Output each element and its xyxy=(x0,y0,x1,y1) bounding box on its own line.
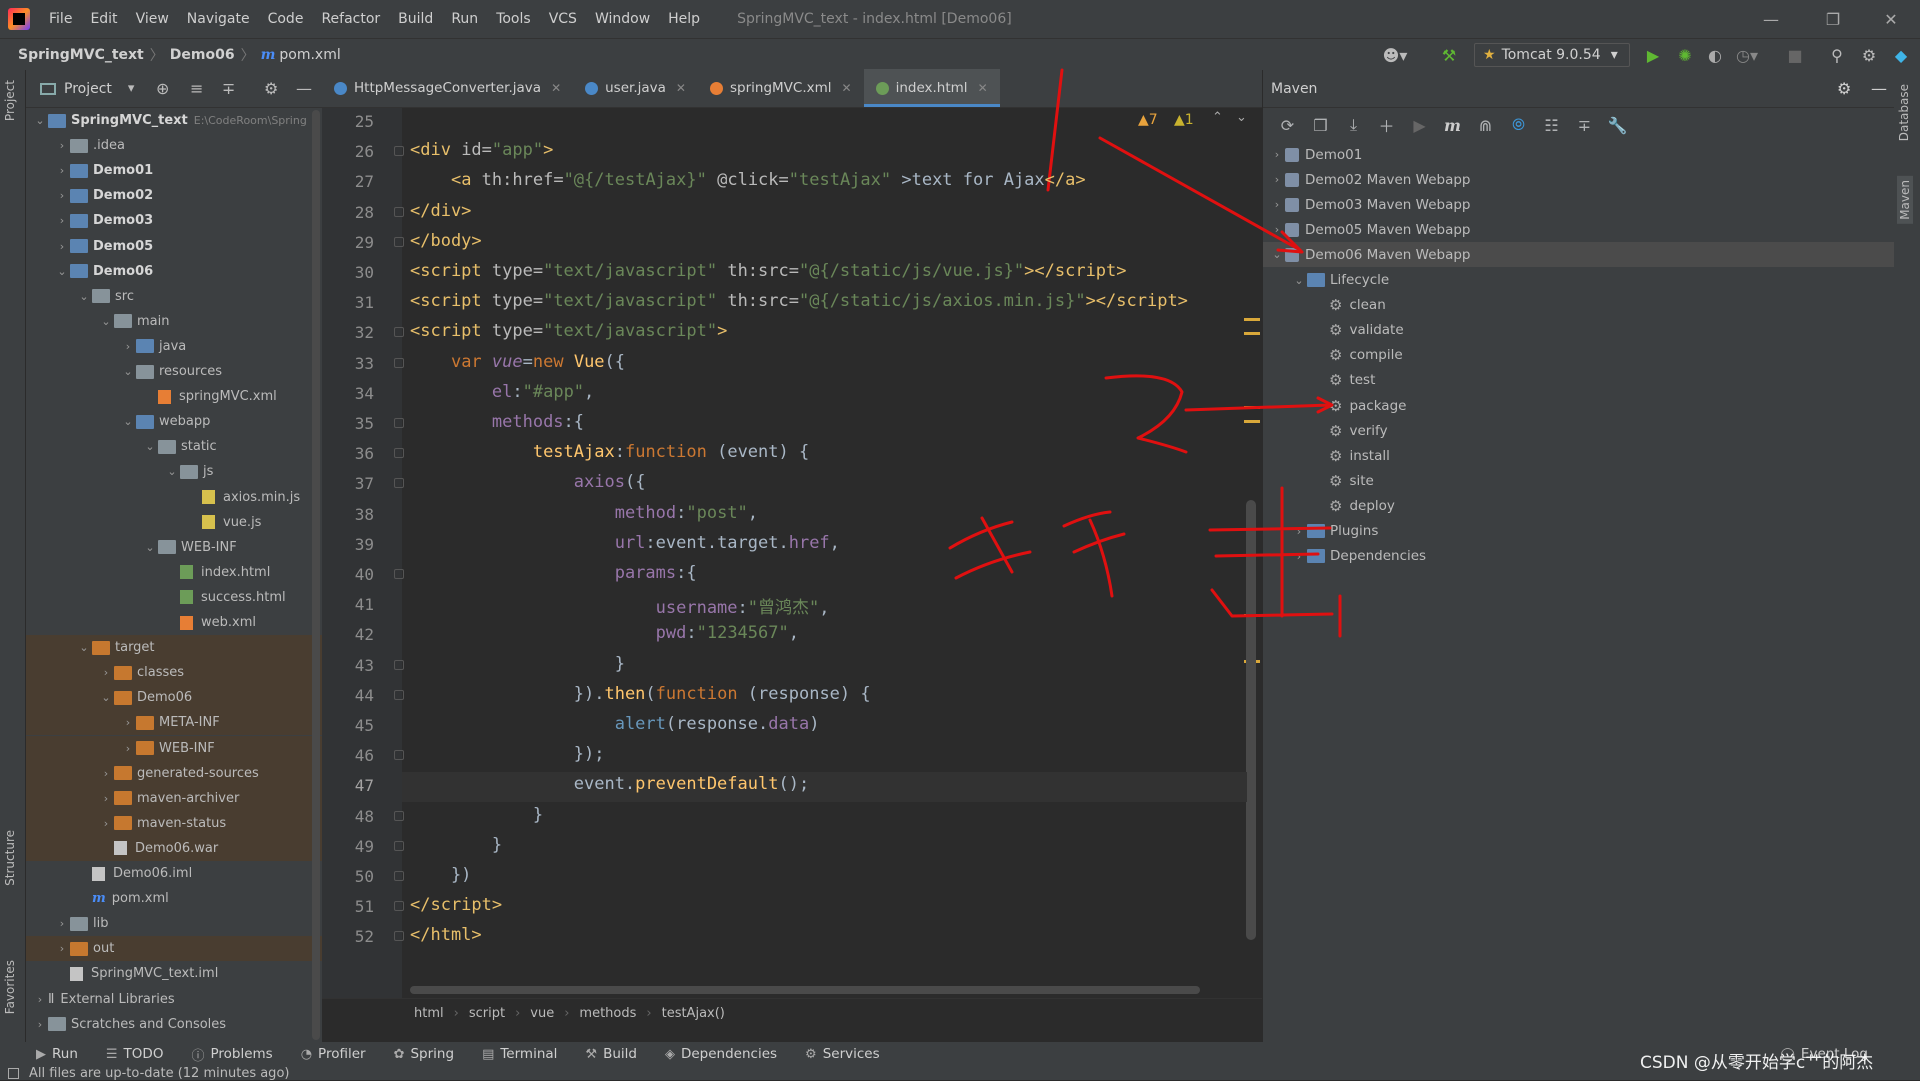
line-number: 29 xyxy=(354,232,374,252)
line-number: 33 xyxy=(354,353,374,373)
annotation-mark-4 xyxy=(1062,510,1126,598)
code-line[interactable]: <script type="text/javascript" th:src="@… xyxy=(410,291,1188,311)
line-number: 44 xyxy=(354,685,374,705)
fold-marker-icon[interactable] xyxy=(394,659,404,670)
code-line[interactable]: <script type="text/javascript" th:src="@… xyxy=(410,261,1127,281)
line-number: 38 xyxy=(354,504,374,524)
annotation-arrow-1 xyxy=(1098,136,1302,252)
line-number: 31 xyxy=(354,293,374,313)
code-line[interactable]: }) xyxy=(410,865,471,885)
code-line[interactable]: }); xyxy=(410,744,605,764)
line-number: 42 xyxy=(354,625,374,645)
code-line[interactable]: </script> xyxy=(410,895,502,915)
code-line[interactable]: <a th:href="@{/testAjax}" @click="testAj… xyxy=(410,170,1086,190)
fold-marker-icon[interactable] xyxy=(394,750,404,761)
fold-marker-icon[interactable] xyxy=(394,871,404,881)
line-number: 46 xyxy=(354,746,374,766)
line-number: 48 xyxy=(354,806,374,826)
code-line[interactable]: </body> xyxy=(410,231,482,251)
code-line[interactable]: url:event.target.href, xyxy=(410,533,840,553)
fold-marker-icon[interactable] xyxy=(394,901,404,912)
fold-marker-icon[interactable] xyxy=(394,840,404,851)
line-number: 35 xyxy=(354,414,374,433)
line-number: 36 xyxy=(354,444,374,464)
code-line[interactable]: var vue=new Vue({ xyxy=(410,352,625,372)
code-line[interactable]: } xyxy=(410,835,502,855)
line-number: 49 xyxy=(354,836,374,856)
fold-marker-icon[interactable] xyxy=(394,327,404,338)
code-line[interactable]: } xyxy=(410,654,625,674)
code-line[interactable]: alert(response.data) xyxy=(410,714,820,734)
code-line[interactable]: }).then(function (response) { xyxy=(410,684,871,704)
line-number: 40 xyxy=(354,565,374,584)
fold-marker-icon[interactable] xyxy=(394,810,404,821)
code-line[interactable]: method:"post", xyxy=(410,503,758,523)
line-number: 27 xyxy=(354,172,374,192)
annotation-arrowhead-1 xyxy=(1276,230,1304,254)
code-line[interactable]: <div id="app"> xyxy=(410,140,553,160)
line-number: 25 xyxy=(354,112,374,131)
line-number: 45 xyxy=(354,716,374,735)
line-number: 39 xyxy=(354,534,374,554)
code-line[interactable]: </html> xyxy=(410,925,482,945)
code-line[interactable]: username:"曾鸿杰", xyxy=(410,593,830,618)
fold-marker-icon[interactable] xyxy=(394,418,404,428)
code-line[interactable]: } xyxy=(410,805,543,825)
fold-marker-icon[interactable] xyxy=(394,478,404,489)
code-line[interactable]: el:"#app", xyxy=(410,382,594,402)
line-number: 47 xyxy=(354,776,374,796)
annotation-mark-3 xyxy=(948,516,1032,580)
line-number: 43 xyxy=(354,655,374,675)
annotation-arrow-2 xyxy=(1184,403,1332,412)
fold-marker-icon[interactable] xyxy=(394,146,404,157)
fold-marker-icon[interactable] xyxy=(394,689,404,700)
fold-marker-icon[interactable] xyxy=(394,236,404,247)
line-number: 41 xyxy=(354,595,374,615)
code-line[interactable]: </div> xyxy=(410,201,471,221)
line-number: 26 xyxy=(354,142,374,162)
line-number: 37 xyxy=(354,474,374,494)
line-number: 30 xyxy=(354,263,374,282)
code-line[interactable]: methods:{ xyxy=(410,412,584,432)
annotation-mark-2 xyxy=(1104,374,1188,454)
code-line[interactable]: event.preventDefault(); xyxy=(410,774,809,794)
fold-marker-icon[interactable] xyxy=(394,206,404,217)
fold-marker-icon[interactable] xyxy=(394,569,404,579)
line-number: 32 xyxy=(354,323,374,343)
code-line[interactable]: axios({ xyxy=(410,472,646,492)
line-number: 34 xyxy=(354,383,374,403)
code-line[interactable]: testAjax:function (event) { xyxy=(410,442,809,462)
fold-marker-icon[interactable] xyxy=(394,931,404,942)
code-line[interactable]: <script type="text/javascript"> xyxy=(410,321,727,341)
line-number: 51 xyxy=(354,897,374,917)
code-line[interactable]: pwd:"1234567", xyxy=(410,623,799,643)
line-number: 28 xyxy=(354,202,374,222)
fold-marker-icon[interactable] xyxy=(394,357,404,368)
line-number: 50 xyxy=(354,867,374,886)
annotation-layer xyxy=(948,68,1342,638)
annotation-mark-5 xyxy=(1208,486,1342,638)
code-line[interactable]: params:{ xyxy=(410,563,697,583)
line-number: 52 xyxy=(354,927,374,947)
fold-marker-icon[interactable] xyxy=(394,448,404,459)
